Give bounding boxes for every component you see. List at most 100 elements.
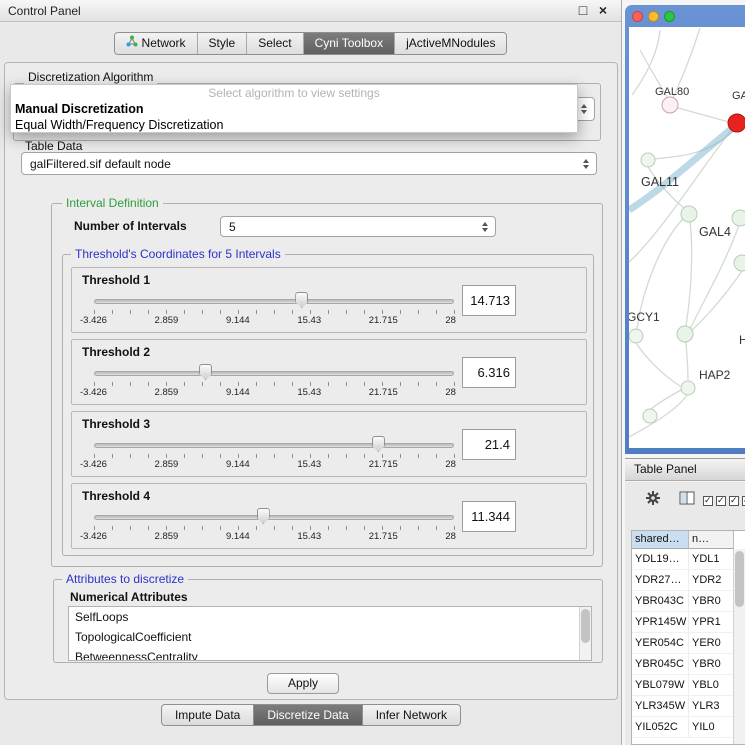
close-button[interactable] [632,11,643,22]
combo-arrows-icon [583,159,589,169]
checkbox-icon[interactable] [716,496,726,506]
float-window-icon[interactable]: □ [575,2,591,18]
cell[interactable]: YBR043C [632,591,689,611]
zoom-button[interactable] [664,11,675,22]
cell[interactable]: YLR345W [632,696,689,716]
slider-thumb[interactable] [295,292,308,308]
threshold-slider[interactable] [94,436,454,452]
tab-jactivemnodules[interactable]: jActiveMNodules [394,33,506,54]
list-item[interactable]: BetweennessCentrality [69,647,591,661]
list-item[interactable]: TopologicalCoefficient [69,627,591,647]
threshold-value-field[interactable]: 14.713 [462,285,516,316]
attributes-listbox[interactable]: SelfLoops TopologicalCoefficient Between… [68,606,592,661]
cell[interactable]: YER0 [689,633,734,653]
table-row[interactable]: YDR27…YDR2 [632,570,734,591]
network-node[interactable] [643,409,657,423]
table-row[interactable]: YIL052CYIL0 [632,717,734,738]
network-node-red[interactable] [728,114,745,132]
scrollbar-thumb[interactable] [581,609,590,643]
tab-select[interactable]: Select [246,33,302,54]
scale-label: -3.426 [80,531,107,542]
tab-style[interactable]: Style [197,33,247,54]
slider-thumb[interactable] [372,436,385,452]
window-titlebar[interactable]: Control Panel □ × [0,0,621,22]
minimize-button[interactable] [648,11,659,22]
cell[interactable]: YER054C [632,633,689,653]
tab-impute-data[interactable]: Impute Data [161,704,254,726]
table-toolbar [625,482,745,530]
algorithm-option[interactable]: Manual Discretization [11,101,577,117]
cell[interactable]: YBL079W [632,675,689,695]
cell[interactable]: YBR0 [689,654,734,674]
table-panel-header[interactable]: Table Panel [625,458,745,481]
cell[interactable]: YPR145W [632,612,689,632]
table-rows: YDL19…YDL1 YDR27…YDR2 YBR043CYBR0 YPR145… [632,549,734,744]
threshold-value-field[interactable]: 11.344 [462,501,516,532]
table-row[interactable]: YLR345WYLR3 [632,696,734,717]
threshold-slider[interactable] [94,364,454,380]
table-row[interactable]: YBL079WYBL0 [632,675,734,696]
cell[interactable]: YDR27… [632,570,689,590]
network-view-window[interactable]: GAL80 GA GAL11 GAL4 GCY1 HAP2 H [625,5,745,454]
cell[interactable]: YLR3 [689,696,734,716]
cell[interactable]: YIL052C [632,717,689,737]
tab-discretize-data[interactable]: Discretize Data [254,704,362,726]
network-canvas[interactable]: GAL80 GA GAL11 GAL4 GCY1 HAP2 H [629,27,745,448]
close-icon[interactable]: × [595,2,611,18]
cell[interactable]: YBL0 [689,675,734,695]
num-intervals-combobox[interactable]: 5 [220,216,496,237]
slider-thumb[interactable] [199,364,212,380]
tab-infer-network[interactable]: Infer Network [363,704,461,726]
cell[interactable]: YBR0 [689,591,734,611]
scale-label: 15.43 [297,315,321,326]
table-row[interactable]: YBR045CYBR0 [632,654,734,675]
tab-cyni-toolbox[interactable]: Cyni Toolbox [303,33,394,54]
network-node[interactable] [641,153,655,167]
table-row[interactable]: YPR145WYPR1 [632,612,734,633]
scrollbar[interactable] [579,607,591,660]
slider-track[interactable] [94,371,454,376]
algorithm-option[interactable]: Equal Width/Frequency Discretization [11,117,577,133]
threshold-value-field[interactable]: 6.316 [462,357,516,388]
threshold-value-field[interactable]: 21.4 [462,429,516,460]
slider-track[interactable] [94,299,454,304]
tab-network[interactable]: Network [115,33,197,54]
numerical-attributes-title: Numerical Attributes [70,590,188,604]
column-header[interactable]: n… [689,531,734,549]
checkbox-icon[interactable] [729,496,739,506]
network-node[interactable] [681,206,697,222]
tab-label: Style [209,33,236,54]
table-data-combobox[interactable]: galFiltered.sif default node [21,152,597,175]
cell[interactable]: YDL19… [632,549,689,569]
scrollbar-thumb[interactable] [735,551,744,607]
cell[interactable]: YDL1 [689,549,734,569]
scale-label: 15.43 [297,459,321,470]
table-row[interactable]: YBR043CYBR0 [632,591,734,612]
apply-button[interactable]: Apply [267,673,339,694]
network-node[interactable] [662,97,678,113]
network-node[interactable] [677,326,693,342]
column-layout-icon[interactable] [679,490,695,509]
table-row[interactable]: YER054CYER0 [632,633,734,654]
cell[interactable]: YIL0 [689,717,734,737]
network-node[interactable] [629,329,643,343]
slider-track[interactable] [94,515,454,520]
checkbox-group[interactable] [703,493,745,507]
scrollbar[interactable] [733,549,745,744]
column-header[interactable]: shared… [632,531,689,549]
cell[interactable]: YBR045C [632,654,689,674]
network-node[interactable] [732,210,745,226]
settings-gear-icon[interactable] [645,490,661,509]
table-row[interactable]: YDL19…YDL1 [632,549,734,570]
threshold-slider[interactable] [94,292,454,308]
cell[interactable]: YPR1 [689,612,734,632]
algorithm-placeholder-option[interactable]: Select algorithm to view settings [11,85,577,101]
slider-track[interactable] [94,443,454,448]
checkbox-icon[interactable] [703,496,713,506]
list-item[interactable]: SelfLoops [69,607,591,627]
network-node[interactable] [734,255,745,271]
threshold-slider[interactable] [94,508,454,524]
slider-thumb[interactable] [257,508,270,524]
network-node[interactable] [681,381,695,395]
cell[interactable]: YDR2 [689,570,734,590]
